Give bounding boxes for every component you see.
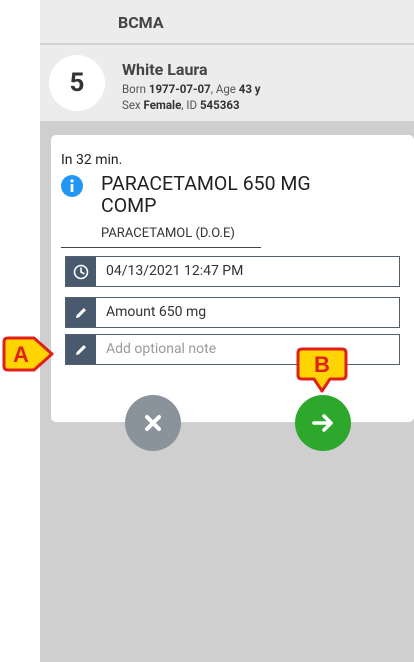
patient-birth-line: Born 1977-07-07, Age 43 y: [122, 82, 261, 96]
id-label: ID: [186, 98, 198, 112]
callout-marker-b: B: [296, 347, 348, 393]
patient-name: White Laura: [122, 60, 208, 79]
drug-generic-name: PARACETAMOL (D.O.E): [101, 226, 235, 241]
patient-sex-id-line: Sex Female, ID 545363: [122, 98, 240, 112]
app-header: BCMA: [40, 0, 414, 44]
administration-card: In 32 min. PARACETAMOL 650 MG COMP PARAC…: [51, 135, 414, 451]
close-icon: [145, 415, 161, 431]
datetime-value: 04/13/2021 12:47 PM: [106, 263, 244, 279]
drug-name: PARACETAMOL 650 MG COMP: [101, 172, 311, 217]
note-placeholder: Add optional note: [106, 341, 217, 357]
id-value: 545363: [199, 98, 240, 112]
arrow-right-icon: [312, 414, 333, 432]
patient-bar[interactable]: 5 White Laura Born 1977-07-07, Age 43 y …: [40, 45, 414, 121]
cancel-button[interactable]: [125, 395, 181, 451]
amount-field[interactable]: Amount 650 mg: [65, 297, 400, 328]
pencil-icon: [66, 298, 96, 327]
datetime-field[interactable]: 04/13/2021 12:47 PM: [65, 256, 400, 287]
time-remaining: In 32 min.: [61, 152, 123, 168]
drug-divider: [61, 247, 261, 248]
sex-value: Female: [143, 98, 182, 112]
marker-a-label: A: [13, 342, 29, 367]
pencil-icon: [66, 335, 96, 364]
age-value: 43 y: [238, 82, 261, 96]
sex-label: Sex: [122, 98, 141, 112]
marker-b-label: B: [314, 352, 330, 377]
mobile-screen: BCMA 5 White Laura Born 1977-07-07, Age …: [40, 0, 414, 662]
age-label: Age: [215, 82, 236, 96]
amount-value: Amount 650 mg: [106, 304, 207, 320]
callout-marker-a: A: [2, 336, 54, 372]
born-label: Born: [122, 82, 146, 96]
confirm-button[interactable]: [295, 395, 351, 451]
app-title: BCMA: [118, 13, 164, 32]
info-icon[interactable]: [61, 175, 83, 197]
born-value: 1977-07-07: [148, 82, 211, 96]
clock-icon: [66, 257, 96, 286]
bed-number: 5: [49, 55, 105, 111]
